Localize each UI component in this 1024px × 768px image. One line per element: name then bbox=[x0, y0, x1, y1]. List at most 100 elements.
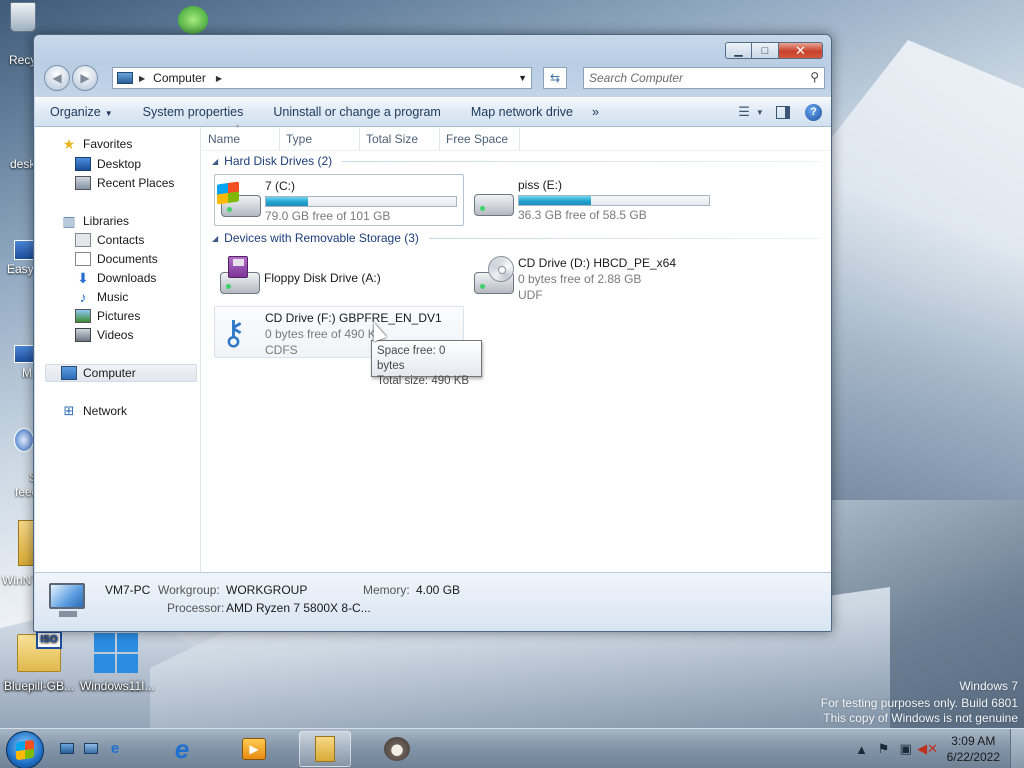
nav-label: Favorites bbox=[83, 137, 133, 151]
desktop-icon bbox=[75, 157, 91, 171]
clock[interactable]: 3:09 AM 6/22/2022 bbox=[947, 733, 1000, 765]
group-hard-disks[interactable]: ◢ Hard Disk Drives (2) bbox=[212, 154, 820, 168]
group-removable[interactable]: ◢ Devices with Removable Storage (3) bbox=[212, 231, 820, 245]
breadcrumb-computer[interactable]: Computer bbox=[153, 71, 206, 85]
chevron-down-icon[interactable]: ▼ bbox=[518, 73, 527, 83]
nav-downloads[interactable]: ⬇ Downloads bbox=[75, 270, 157, 286]
taskbar: e e ▶ ▲ ⚑ ▣ ◀✕ 3:09 AM 6/22/2022 bbox=[0, 728, 1024, 768]
more-commands-button[interactable]: » bbox=[588, 105, 603, 119]
hard-drive-icon bbox=[468, 176, 518, 224]
update-icon[interactable] bbox=[178, 6, 208, 34]
desktop-icon-label[interactable]: desk bbox=[10, 157, 35, 171]
tooltip-free: Space free: 0 bytes bbox=[377, 345, 446, 372]
search-icon[interactable]: ⚲ bbox=[810, 70, 819, 84]
nav-label: Downloads bbox=[97, 271, 157, 285]
processor-label: Processor: bbox=[167, 601, 225, 615]
nav-libraries[interactable]: ▥ Libraries bbox=[61, 213, 130, 229]
nav-desktop[interactable]: Desktop bbox=[75, 157, 141, 171]
drive-free-space: 0 bytes free of 2.88 GB bbox=[518, 272, 642, 286]
forward-button[interactable]: ▶ bbox=[72, 65, 98, 91]
desktop-icon-bluepill[interactable]: ISO Bluepill-GB... bbox=[3, 630, 75, 693]
recent-places-icon bbox=[75, 176, 91, 190]
videos-icon bbox=[75, 328, 91, 342]
desktop-icon-label[interactable]: M bbox=[22, 366, 32, 380]
drive-name: CD Drive (D:) HBCD_PE_x64 bbox=[518, 256, 677, 270]
collapse-triangle-icon[interactable]: ◢ bbox=[212, 157, 218, 166]
windows-flag-icon bbox=[16, 739, 34, 761]
show-desktop-quicklaunch-icon[interactable] bbox=[58, 739, 76, 757]
media-player-taskbar-icon[interactable]: ▶ bbox=[228, 731, 280, 767]
drive-e-tile[interactable]: piss (E:) 36.3 GB free of 58.5 GB bbox=[468, 174, 718, 226]
address-bar[interactable]: ▶ Computer ▶ ▼ bbox=[112, 67, 532, 89]
internet-explorer-taskbar-icon[interactable]: e bbox=[156, 731, 208, 767]
help-icon[interactable]: ? bbox=[805, 103, 822, 121]
computer-icon bbox=[61, 366, 77, 380]
drive-free-space: 79.0 GB free of 101 GB bbox=[265, 209, 391, 223]
drive-d-tile[interactable]: CD Drive (D:) HBCD_PE_x64 0 bytes free o… bbox=[468, 252, 718, 304]
maximize-button[interactable]: □ bbox=[752, 42, 779, 59]
nav-label: Desktop bbox=[97, 157, 142, 171]
music-note-icon: ♪ bbox=[79, 289, 87, 305]
nav-music[interactable]: ♪ Music bbox=[75, 289, 129, 305]
chevron-right-icon[interactable]: ▶ bbox=[216, 74, 222, 83]
workgroup-label: Workgroup: bbox=[158, 583, 220, 597]
nav-recent-places[interactable]: Recent Places bbox=[75, 176, 174, 190]
watermark-build: For testing purposes only. Build 6801 bbox=[820, 696, 1018, 710]
raccoon-app-taskbar-icon[interactable] bbox=[371, 731, 423, 767]
details-pane: VM7-PC Workgroup: WORKGROUP Memory: 4.00… bbox=[35, 572, 831, 631]
close-button[interactable]: ✕ bbox=[779, 42, 823, 59]
system-properties-button[interactable]: System properties bbox=[128, 105, 259, 119]
minimize-button[interactable]: ▁ bbox=[725, 42, 752, 59]
change-view-icon[interactable]: ☰ ▼ bbox=[738, 103, 764, 121]
nav-contacts[interactable]: Contacts bbox=[75, 233, 144, 247]
switch-windows-icon[interactable] bbox=[82, 739, 100, 757]
column-label: Name bbox=[208, 131, 241, 146]
sort-up-icon: ^ bbox=[236, 124, 240, 132]
column-type[interactable]: Type bbox=[280, 126, 360, 151]
volume-muted-icon[interactable]: ◀✕ bbox=[917, 741, 939, 757]
show-hidden-icons-icon[interactable]: ▲ bbox=[851, 742, 873, 757]
preview-pane-icon[interactable] bbox=[773, 103, 793, 121]
folder-icon[interactable] bbox=[18, 520, 34, 566]
back-button[interactable]: ◀ bbox=[44, 65, 70, 91]
shortcut-icon[interactable] bbox=[14, 428, 34, 452]
desktop-icon-windows11[interactable]: Windows11I... bbox=[80, 630, 154, 693]
chevron-right-icon[interactable]: ▶ bbox=[139, 74, 145, 83]
column-name[interactable]: ^ Name bbox=[202, 124, 280, 151]
drive-a-tile[interactable]: Floppy Disk Drive (A:) bbox=[214, 252, 464, 304]
watermark-title: Windows 7 bbox=[959, 679, 1018, 693]
shortcut-icon[interactable] bbox=[14, 345, 34, 363]
network-status-icon[interactable]: ▣ bbox=[895, 741, 917, 757]
column-total-size[interactable]: Total Size bbox=[360, 126, 440, 151]
recycle-bin-icon[interactable] bbox=[2, 2, 36, 32]
map-network-drive-button[interactable]: Map network drive bbox=[456, 105, 588, 119]
drive-filesystem: UDF bbox=[518, 288, 543, 302]
nav-label: Libraries bbox=[83, 214, 130, 228]
start-button[interactable] bbox=[6, 731, 44, 768]
explorer-taskbar-icon[interactable] bbox=[299, 731, 351, 767]
nav-computer[interactable]: Computer bbox=[61, 366, 136, 380]
column-headers: ^ Name Type Total Size Free Space bbox=[202, 124, 831, 151]
drive-c-tile[interactable]: 7 (C:) 79.0 GB free of 101 GB bbox=[214, 174, 464, 226]
action-center-flag-icon[interactable]: ⚑ bbox=[873, 741, 895, 757]
shortcut-icon[interactable] bbox=[14, 240, 34, 260]
nav-pictures[interactable]: Pictures bbox=[75, 309, 140, 323]
nav-videos[interactable]: Videos bbox=[75, 328, 133, 342]
view-controls: ☰ ▼ ? bbox=[738, 103, 822, 121]
nav-label: Documents bbox=[97, 252, 158, 266]
collapse-triangle-icon[interactable]: ◢ bbox=[212, 234, 218, 243]
internet-explorer-quicklaunch-icon[interactable]: e bbox=[106, 739, 124, 757]
column-free-space[interactable]: Free Space bbox=[440, 126, 520, 151]
show-desktop-button[interactable] bbox=[1010, 729, 1024, 768]
nav-documents[interactable]: Documents bbox=[75, 252, 158, 266]
nav-favorites[interactable]: ★ Favorites bbox=[61, 136, 133, 152]
refresh-button[interactable]: ⇆ bbox=[543, 67, 567, 89]
organize-button[interactable]: Organize ▼ bbox=[35, 105, 128, 119]
memory-label: Memory: bbox=[363, 583, 410, 597]
clock-time: 3:09 AM bbox=[951, 734, 996, 748]
uninstall-program-button[interactable]: Uninstall or change a program bbox=[258, 105, 455, 119]
explorer-window[interactable]: ▁ □ ✕ ◀ ▶ ▶ Computer ▶ ▼ ⇆ Search Comput… bbox=[33, 34, 832, 632]
search-input[interactable]: Search Computer ⚲ bbox=[583, 67, 825, 89]
nav-network[interactable]: ⊞ Network bbox=[61, 403, 127, 418]
drive-tooltip: Space free: 0 bytes Total size: 490 KB bbox=[371, 340, 482, 387]
